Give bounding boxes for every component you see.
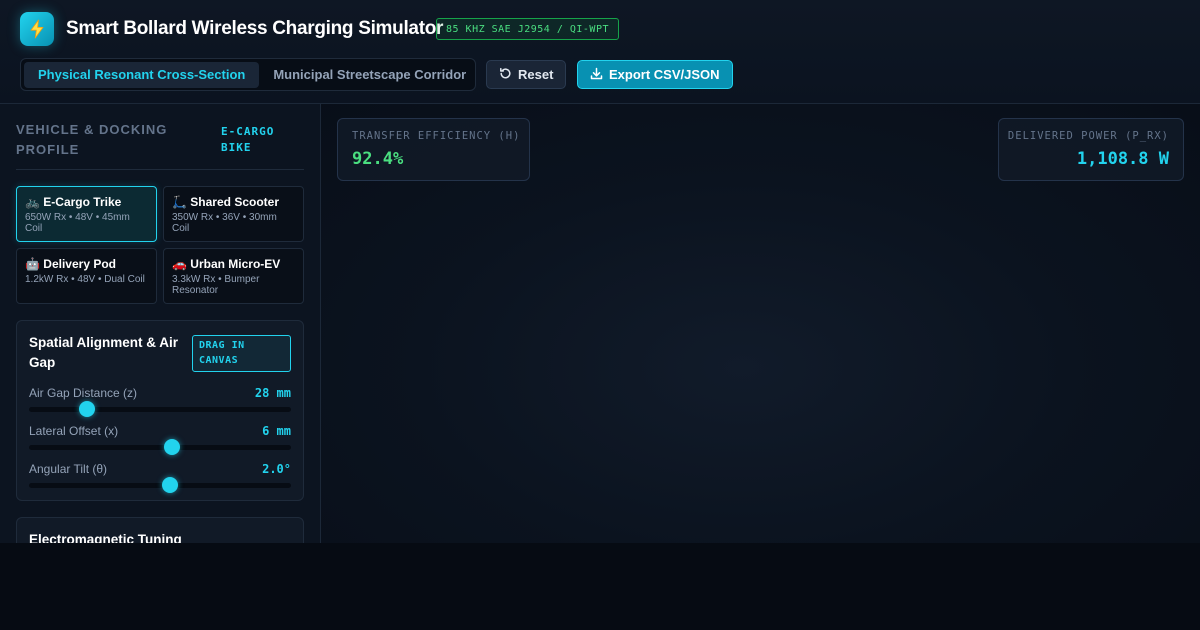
lateral-offset-label: Lateral Offset (x) [29,424,119,438]
vehicle-name: Urban Micro-EV [190,257,281,271]
vehicle-name: Delivery Pod [43,257,116,271]
vehicle-card-delivery-pod[interactable]: 🤖 Delivery Pod 1.2kW Rx • 48V • Dual Coi… [16,248,157,304]
reset-icon [499,67,512,83]
vehicle-grid: 🚲 E-Cargo Trike 650W Rx • 48V • 45mm Coi… [16,186,304,304]
lightning-bolt-icon [20,12,54,46]
vehicle-card-e-cargo-trike[interactable]: 🚲 E-Cargo Trike 650W Rx • 48V • 45mm Coi… [16,186,157,242]
simulation-canvas[interactable]: TRANSFER EFFICIENCY (Η) 92.4% DELIVERED … [321,104,1200,543]
vehicle-name: Shared Scooter [190,195,279,209]
alignment-panel: Spatial Alignment & Air Gap DRAG IN CANV… [16,320,304,501]
app-title: Smart Bollard Wireless Charging Simulato… [66,18,444,39]
view-tabs: Physical Resonant Cross-Section Municipa… [20,58,476,91]
tuning-panel-title: Electromagnetic Tuning [29,532,182,543]
air-gap-slider-row: Air Gap Distance (z) 28 mm [29,386,291,417]
vehicle-spec: 650W Rx • 48V • 45mm Coil [25,212,130,234]
lateral-offset-slider-track[interactable] [29,439,291,455]
bicycle-icon: 🚲 [25,195,40,209]
vehicle-spec: 1.2kW Rx • 48V • Dual Coil [25,274,145,285]
angular-tilt-slider-track[interactable] [29,477,291,493]
vehicle-name: E-Cargo Trike [43,195,122,209]
app-header: Smart Bollard Wireless Charging Simulato… [0,0,1200,104]
angular-tilt-value: 2.0° [262,462,291,476]
car-icon: 🚗 [172,257,187,271]
lateral-offset-value: 6 mm [262,424,291,438]
robot-icon: 🤖 [25,257,40,271]
download-icon [590,67,603,83]
vehicle-spec: 350W Rx • 36V • 30mm Coil [172,212,277,234]
delivered-power-label: DELIVERED POWER (P_RX) [1007,130,1169,142]
export-button-label: Export CSV/JSON [609,67,720,82]
vehicle-card-shared-scooter[interactable]: 🛴 Shared Scooter 350W Rx • 36V • 30mm Co… [163,186,304,242]
tab-physical-cross-section[interactable]: Physical Resonant Cross-Section [24,61,260,88]
delivered-power-value: 1,108.8 W [1076,149,1169,169]
vehicle-spec: 3.3kW Rx • Bumper Resonator [172,274,260,296]
alignment-panel-title: Spatial Alignment & Air Gap [29,335,179,370]
section-title: Vehicle & Docking Profile [16,122,168,157]
selected-vehicle-tag: E-CARGO BIKE [221,125,275,154]
tab-streetscape-corridor[interactable]: Municipal Streetscape Corridor [259,62,480,88]
reset-button[interactable]: Reset [486,60,567,89]
angular-tilt-slider-thumb[interactable] [161,477,178,493]
delivered-power-card: DELIVERED POWER (P_RX) 1,108.8 W [998,118,1184,181]
angular-tilt-slider-row: Angular Tilt (θ) 2.0° [29,462,291,493]
drag-in-canvas-badge: DRAG IN CANVAS [192,335,291,372]
lateral-offset-slider-thumb[interactable] [163,439,180,455]
air-gap-slider-thumb[interactable] [78,401,95,417]
efficiency-card: TRANSFER EFFICIENCY (Η) 92.4% [337,118,530,181]
tuning-panel: Electromagnetic Tuning [16,517,304,543]
air-gap-slider-track[interactable] [29,401,291,417]
air-gap-label: Air Gap Distance (z) [29,386,138,400]
efficiency-value: 92.4% [352,149,404,169]
angular-tilt-label: Angular Tilt (θ) [29,462,108,476]
vehicle-profile-header: Vehicle & Docking Profile E-CARGO BIKE [16,120,304,170]
vehicle-card-urban-micro-ev[interactable]: 🚗 Urban Micro-EV 3.3kW Rx • Bumper Reson… [163,248,304,304]
efficiency-label: TRANSFER EFFICIENCY (Η) [352,130,521,142]
reset-button-label: Reset [518,67,554,82]
standard-badge: 85 KHZ SAE J2954 / QI-WPT [436,18,619,40]
lateral-offset-slider-row: Lateral Offset (x) 6 mm [29,424,291,455]
scooter-icon: 🛴 [172,195,187,209]
air-gap-value: 28 mm [254,386,291,400]
control-sidebar: Vehicle & Docking Profile E-CARGO BIKE 🚲… [0,104,321,543]
export-button[interactable]: Export CSV/JSON [577,60,733,89]
app-window: Smart Bollard Wireless Charging Simulato… [0,0,1200,543]
